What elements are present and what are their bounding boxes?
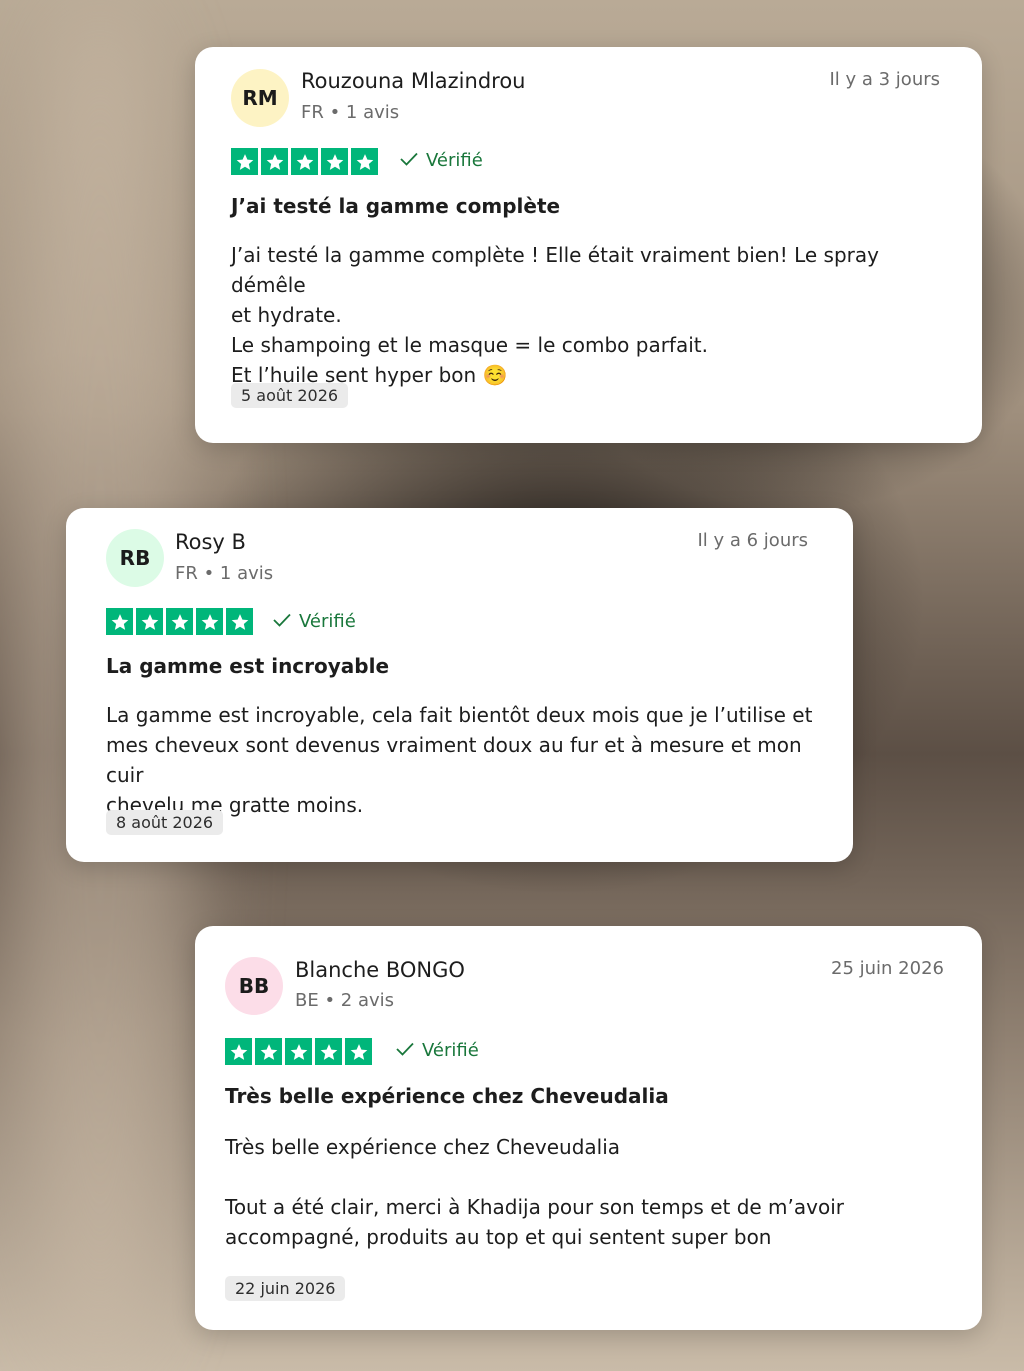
verified-badge[interactable]: Vérifié [396,1040,479,1061]
verified-badge[interactable]: Vérifié [400,150,483,171]
review-body-line: Tout a été clair, merci à Khadija pour s… [225,1195,845,1219]
star-icon [351,148,378,175]
star-icon [196,608,223,635]
review-body-line: J’ai testé la gamme complète ! Elle étai… [231,243,879,297]
verified-label: Vérifié [426,150,483,171]
review-body-line: Très belle expérience chez Cheveudalia [225,1135,621,1159]
avatar: BB [225,957,283,1015]
review-body-line: La gamme est incroyable, cela fait bient… [106,703,813,727]
star-icon [225,1038,252,1065]
experience-date: 5 août 2026 [231,383,349,408]
reviewer-meta: BE • 2 avis [295,990,395,1011]
star-icon [345,1038,372,1065]
star-icon [226,608,253,635]
star-icon [231,148,258,175]
verified-badge[interactable]: Vérifié [273,611,356,632]
review-body-line [225,1162,945,1192]
review-body-line: accompagné, produits au top et qui sente… [225,1225,772,1249]
review-body-line: Le shampoing et le masque = le combo par… [231,333,708,357]
experience-date: 22 juin 2026 [225,1276,346,1301]
check-icon [273,611,291,632]
verified-label: Vérifié [299,611,356,632]
verified-label: Vérifié [422,1040,479,1061]
experience-date: 8 août 2026 [106,810,224,835]
reviewer-name[interactable]: Rosy B [175,530,246,554]
reviewer-meta: FR • 1 avis [175,563,274,584]
review-relative-date: Il y a 6 jours [697,530,808,551]
star-icon [315,1038,342,1065]
star-icon [136,608,163,635]
review-card: BB Blanche BONGO BE • 2 avis 25 juin 202… [195,926,982,1330]
reviewer-name[interactable]: Rouzouna Mlazindrou [301,69,526,93]
review-card: RM Rouzouna Mlazindrou FR • 1 avis Il y … [195,47,982,443]
avatar: RB [106,529,164,587]
star-icon [321,148,348,175]
review-title[interactable]: Très belle expérience chez Cheveudalia [225,1084,669,1108]
check-icon [400,150,418,171]
check-icon [396,1040,414,1061]
review-card: RB Rosy B FR • 1 avis Il y a 6 jours Vér… [66,508,853,862]
review-title[interactable]: J’ai testé la gamme complète [231,194,560,218]
star-icon [255,1038,282,1065]
star-icon [166,608,193,635]
star-icon [291,148,318,175]
reviewer-name[interactable]: Blanche BONGO [295,958,465,982]
star-rating [231,148,378,175]
review-body: J’ai testé la gamme complète ! Elle étai… [231,240,951,390]
avatar: RM [231,69,289,127]
reviewer-meta: FR • 1 avis [301,102,400,123]
review-body-line: et hydrate. [231,303,342,327]
star-icon [285,1038,312,1065]
star-rating [106,608,253,635]
review-body: Très belle expérience chez Cheveudalia To… [225,1132,945,1252]
star-icon [106,608,133,635]
review-body: La gamme est incroyable, cela fait bient… [106,700,826,820]
review-body-line: mes cheveux sont devenus vraiment doux a… [106,733,802,787]
review-relative-date: 25 juin 2026 [831,958,944,979]
review-relative-date: Il y a 3 jours [829,69,940,90]
star-icon [261,148,288,175]
review-title[interactable]: La gamme est incroyable [106,654,389,678]
star-rating [225,1038,372,1065]
